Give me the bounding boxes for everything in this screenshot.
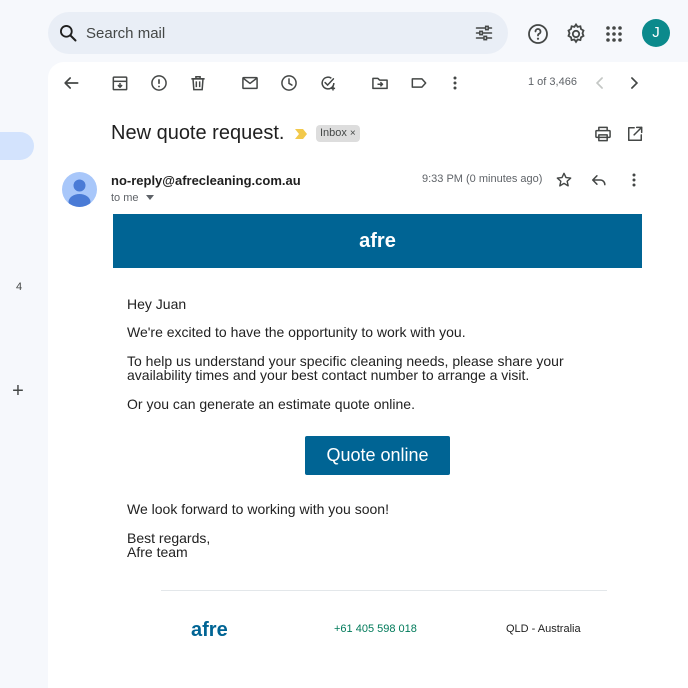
request-text-line2: availability times and your best contact… bbox=[127, 367, 530, 383]
footer-phone-link[interactable]: +61 405 598 018 bbox=[334, 623, 417, 635]
quote-online-button[interactable]: Quote online bbox=[305, 436, 450, 475]
left-rail: 4 + bbox=[0, 0, 48, 688]
search-input[interactable] bbox=[86, 23, 466, 43]
person-icon bbox=[68, 179, 91, 207]
delete-icon[interactable] bbox=[188, 73, 208, 93]
sender-address[interactable]: no-reply@afrecleaning.com.au bbox=[111, 173, 301, 188]
older-chevron-icon[interactable] bbox=[624, 73, 644, 93]
recipient-label: to me bbox=[111, 192, 139, 204]
estimate-text: Or you can generate an estimate quote on… bbox=[127, 396, 415, 412]
search-bar[interactable] bbox=[48, 12, 508, 54]
footer-divider bbox=[161, 590, 607, 591]
print-icon[interactable] bbox=[593, 124, 613, 144]
rail-unread-count: 4 bbox=[16, 281, 23, 293]
star-icon[interactable] bbox=[554, 170, 574, 190]
move-to-icon[interactable] bbox=[370, 73, 390, 93]
report-spam-icon[interactable] bbox=[149, 73, 169, 93]
message-more-icon[interactable] bbox=[624, 170, 644, 190]
inbox-label-chip[interactable]: Inbox × bbox=[316, 125, 360, 142]
message-panel: 1 of 3,466 New quote request. Inbox × no-… bbox=[48, 62, 688, 688]
email-banner-logo: afre bbox=[113, 214, 642, 268]
rail-active-indicator[interactable] bbox=[0, 132, 34, 160]
received-time: 9:33 PM (0 minutes ago) bbox=[422, 173, 543, 185]
back-arrow-icon[interactable] bbox=[61, 73, 81, 93]
search-options-icon[interactable] bbox=[474, 23, 494, 43]
importance-marker-icon[interactable] bbox=[295, 129, 307, 139]
greeting-text: Hey Juan bbox=[127, 296, 187, 312]
request-text-line1: To help us understand your specific clea… bbox=[127, 353, 564, 369]
sender-avatar bbox=[62, 172, 97, 207]
label-icon[interactable] bbox=[409, 73, 429, 93]
open-new-window-icon[interactable] bbox=[625, 124, 645, 144]
label-name: Inbox bbox=[320, 127, 347, 139]
settings-icon[interactable] bbox=[564, 22, 588, 46]
remove-label-button[interactable]: × bbox=[350, 128, 356, 139]
newer-chevron-icon[interactable] bbox=[590, 73, 610, 93]
account-avatar[interactable]: J bbox=[642, 19, 670, 47]
add-task-icon[interactable] bbox=[318, 73, 338, 93]
regards-text: Best regards, bbox=[127, 530, 211, 546]
pagination-count: 1 of 3,466 bbox=[528, 76, 577, 88]
archive-icon[interactable] bbox=[110, 73, 130, 93]
footer-logo: afre bbox=[191, 619, 228, 641]
closing-text: We look forward to working with you soon… bbox=[127, 501, 389, 517]
expand-details-icon[interactable] bbox=[145, 195, 154, 201]
help-icon[interactable] bbox=[526, 22, 550, 46]
email-subject: New quote request. bbox=[111, 122, 285, 144]
signature-text: Afre team bbox=[127, 544, 188, 560]
search-icon[interactable] bbox=[58, 23, 78, 43]
footer-location: QLD - Australia bbox=[506, 623, 581, 635]
add-label-icon[interactable]: + bbox=[10, 381, 26, 401]
mark-unread-icon[interactable] bbox=[240, 73, 260, 93]
apps-grid-icon[interactable] bbox=[602, 22, 626, 46]
reply-icon[interactable] bbox=[589, 170, 609, 190]
intro-text: We're excited to have the opportunity to… bbox=[127, 324, 466, 340]
recipient-details[interactable]: to me bbox=[111, 192, 154, 204]
snooze-clock-icon[interactable] bbox=[279, 73, 299, 93]
more-vert-icon[interactable] bbox=[445, 73, 465, 93]
